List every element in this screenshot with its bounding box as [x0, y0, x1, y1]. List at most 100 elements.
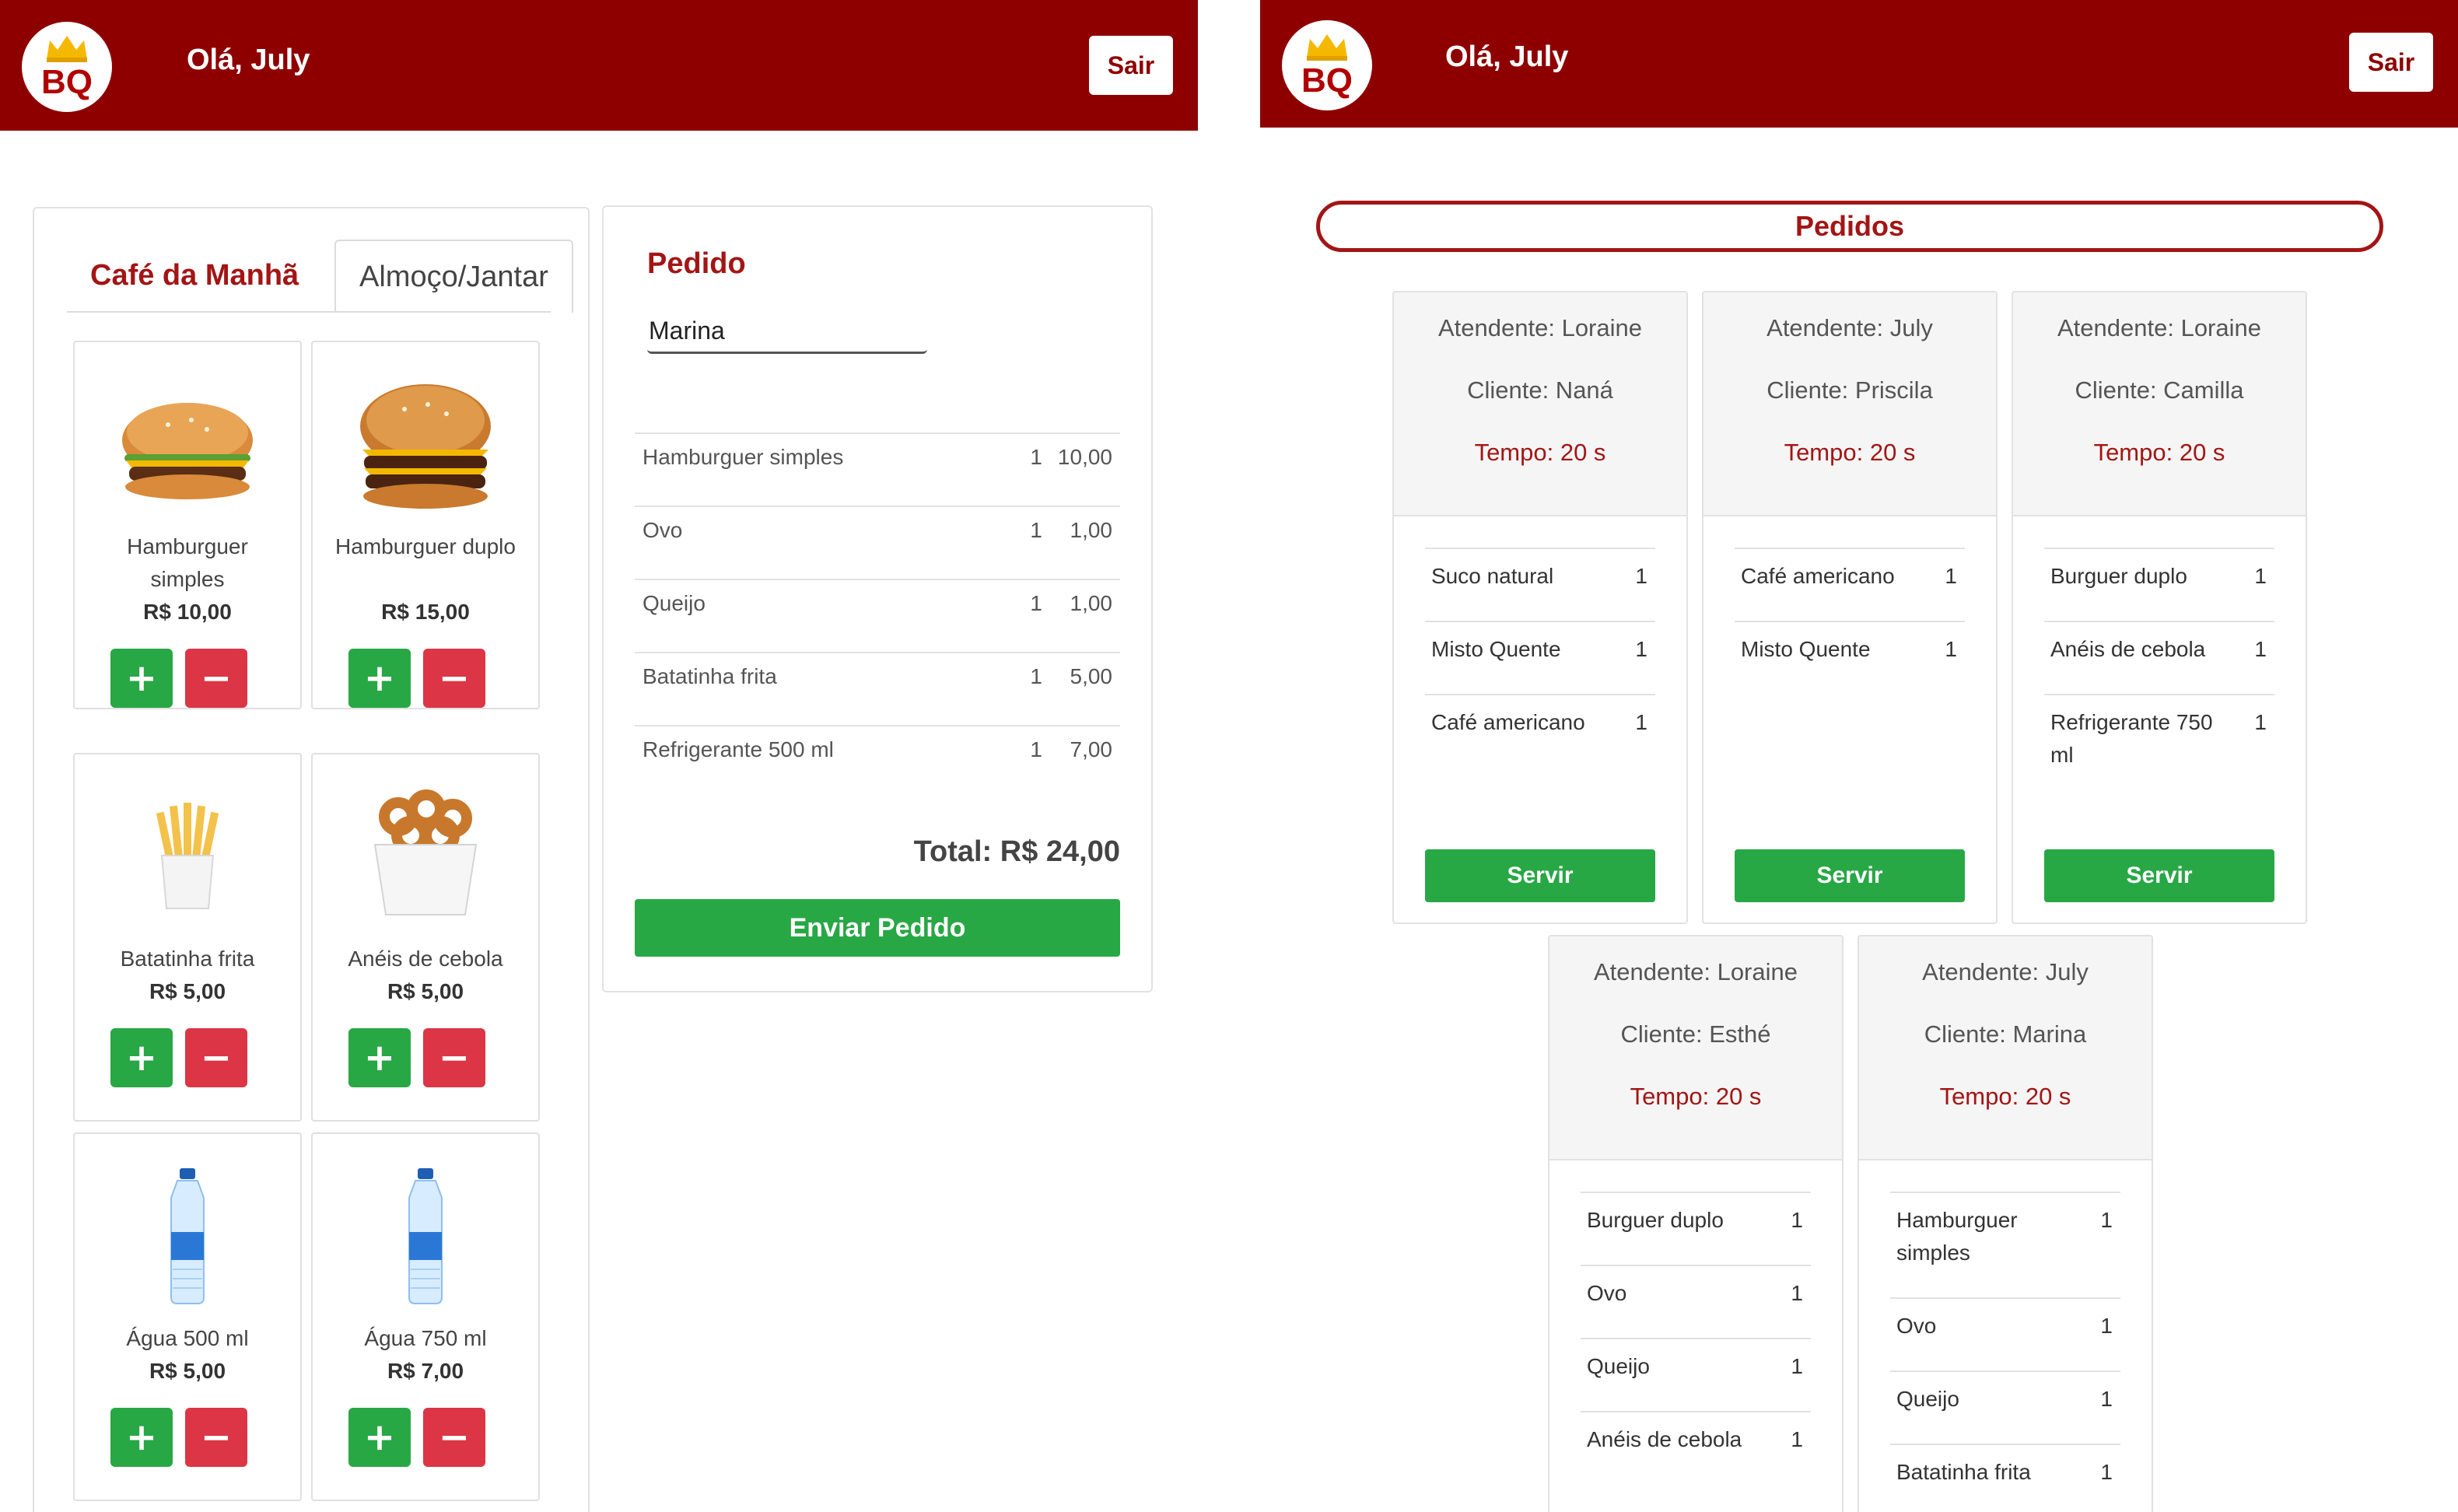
product-name: Água 750 ml [364, 1326, 487, 1350]
item-name: Café americano [1741, 564, 1895, 588]
order-card-item: Anéis de cebola 1 [1581, 1411, 1811, 1484]
order-card-item: Café americano 1 [1735, 548, 1965, 621]
remove-item-button[interactable]: − [423, 649, 485, 708]
remove-item-button[interactable]: − [185, 1028, 247, 1087]
order-item-row: Hamburguer simples 1 10,00 [635, 432, 1120, 506]
app-header: BQ Olá, July Sair [0, 0, 1198, 131]
attendant-name: Atendente: Loraine [1438, 314, 1642, 341]
order-item-name: Hamburguer simples [643, 445, 844, 469]
svg-text:BQ: BQ [41, 63, 93, 101]
product-card: Água 750 ml R$ 7,00 + − [311, 1132, 540, 1501]
order-item-row: Ovo 1 1,00 [635, 506, 1120, 579]
order-card-item: Burguer duplo 1 [1581, 1192, 1811, 1265]
client-name: Cliente: Esthé [1620, 1020, 1771, 1048]
order-time: Tempo: 20 s [2093, 439, 2225, 466]
logout-button[interactable]: Sair [2349, 33, 2433, 92]
add-item-button[interactable]: + [348, 649, 411, 708]
client-name: Cliente: Naná [1467, 376, 1613, 404]
water-bottle-image [313, 1160, 538, 1316]
add-item-button[interactable]: + [348, 1408, 411, 1467]
item-qty: 1 [2100, 1387, 2113, 1411]
order-card-item: Café americano 1 [1425, 694, 1655, 767]
order-time: Tempo: 20 s [1630, 1083, 1762, 1110]
item-qty: 1 [2254, 564, 2267, 588]
add-item-button[interactable]: + [110, 1408, 173, 1467]
tab-breakfast[interactable]: Café da Manhã [67, 240, 322, 311]
item-qty: 1 [1635, 564, 1647, 588]
order-item-name: Queijo [643, 591, 706, 615]
logout-button[interactable]: Sair [1089, 36, 1173, 95]
order-item-qty: 1 [1030, 591, 1042, 615]
product-card: Anéis de cebola R$ 5,00 + − [311, 753, 540, 1122]
add-item-button[interactable]: + [110, 1028, 173, 1087]
order-card-header: Atendente: July Cliente: Priscila Tempo:… [1703, 292, 1996, 516]
item-qty: 1 [1791, 1354, 1803, 1378]
fries-image [75, 781, 300, 936]
order-item-qty: 1 [1030, 737, 1042, 761]
item-name: Batatinha frita [1896, 1460, 2031, 1484]
item-name: Ovo [1587, 1281, 1627, 1305]
order-card-header: Atendente: Loraine Cliente: Naná Tempo: … [1394, 292, 1686, 516]
order-item-price: 1,00 [1070, 591, 1113, 615]
order-time: Tempo: 20 s [1939, 1083, 2071, 1110]
tab-lunch-dinner[interactable]: Almoço/Jantar [334, 240, 573, 313]
product-name: Água 500 ml [126, 1326, 249, 1350]
burger-simple-image [75, 369, 300, 524]
client-name-input[interactable] [647, 310, 927, 354]
onion-rings-image [313, 781, 538, 936]
order-time: Tempo: 20 s [1474, 439, 1606, 466]
order-card-item: Refrigerante 750 ml 1 [2044, 694, 2274, 781]
order-card-item: Ovo 1 [1890, 1297, 2120, 1370]
attendant-name: Atendente: Loraine [1594, 958, 1798, 985]
serve-button[interactable]: Servir [1735, 849, 1965, 902]
order-item-price: 7,00 [1070, 737, 1113, 761]
item-name: Misto Quente [1741, 637, 1871, 661]
product-name: Batatinha frita [120, 947, 255, 971]
product-price: R$ 5,00 [149, 1359, 226, 1383]
order-card: Atendente: Loraine Cliente: Camilla Temp… [2012, 291, 2307, 924]
order-card-item: Suco natural 1 [1425, 548, 1655, 621]
remove-item-button[interactable]: − [423, 1028, 485, 1087]
product-price: R$ 7,00 [387, 1359, 464, 1383]
brand-logo: BQ [22, 22, 112, 112]
add-item-button[interactable]: + [348, 1028, 411, 1087]
water-bottle-image [75, 1160, 300, 1316]
item-name: Misto Quente [1431, 637, 1561, 661]
send-order-button[interactable]: Enviar Pedido [635, 899, 1120, 957]
remove-item-button[interactable]: − [185, 1408, 247, 1467]
item-qty: 1 [2100, 1314, 2113, 1338]
order-item-price: 10,00 [1057, 445, 1112, 469]
product-price: R$ 15,00 [381, 600, 470, 624]
order-card-header: Atendente: Loraine Cliente: Camilla Temp… [2013, 292, 2306, 516]
product-name: Hamburguer duplo [335, 534, 516, 558]
attendant-name: Atendente: July [1766, 314, 1933, 341]
item-qty: 1 [1635, 710, 1647, 734]
item-qty: 1 [2100, 1460, 2113, 1484]
item-qty: 1 [2100, 1208, 2113, 1232]
orders-title: Pedidos [1316, 201, 2383, 252]
serve-button[interactable]: Servir [2044, 849, 2274, 902]
product-card: Batatinha frita R$ 5,00 + − [73, 753, 302, 1122]
order-card-item: Queijo 1 [1581, 1338, 1811, 1411]
item-qty: 1 [1791, 1427, 1803, 1451]
item-qty: 1 [1635, 637, 1647, 661]
product-price: R$ 5,00 [387, 979, 464, 1003]
add-item-button[interactable]: + [110, 649, 173, 708]
product-card: Água 500 ml R$ 5,00 + − [73, 1132, 302, 1501]
item-name: Café americano [1431, 710, 1585, 734]
remove-item-button[interactable]: − [423, 1408, 485, 1467]
remove-item-button[interactable]: − [185, 649, 247, 708]
item-name: Anéis de cebola [2050, 637, 2206, 661]
serve-button[interactable]: Servir [1425, 849, 1655, 902]
order-item-row: Refrigerante 500 ml 1 7,00 [635, 725, 1120, 798]
order-total: Total: R$ 24,00 [913, 835, 1120, 868]
order-card-item: Queijo 1 [1890, 1370, 2120, 1444]
client-name: Cliente: Marina [1924, 1020, 2087, 1048]
order-card-item: Burguer duplo 1 [2044, 548, 2274, 621]
item-qty: 1 [1791, 1208, 1803, 1232]
order-item-qty: 1 [1030, 445, 1042, 469]
order-card-item: Batatinha frita 1 [1890, 1444, 2120, 1512]
menu-tabs: Café da Manhã Almoço/Jantar [67, 240, 573, 313]
app-header: BQ Olá, July Sair [1260, 0, 2458, 128]
greeting-text: Olá, July [187, 44, 310, 76]
